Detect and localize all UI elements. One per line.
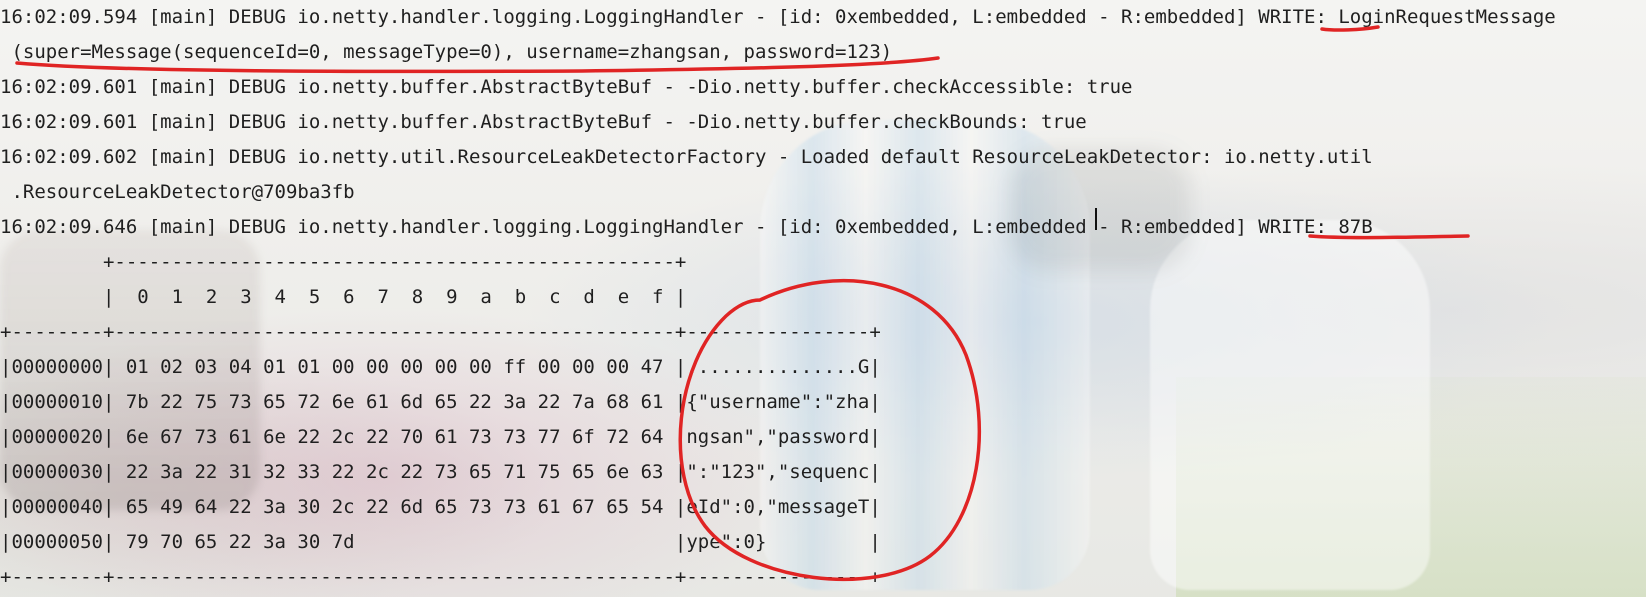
hexdump-header: | 0 1 2 3 4 5 6 7 8 9 a b c d e f |: [0, 286, 687, 308]
log-line-continuation: .ResourceLeakDetector@709ba3fb: [0, 181, 355, 203]
hexdump-border-bottom: +--------+------------------------------…: [0, 566, 881, 588]
log-line: 16:02:09.601 [main] DEBUG io.netty.buffe…: [0, 111, 1087, 133]
hexdump-row: |00000040| 65 49 64 22 3a 30 2c 22 6d 65…: [0, 496, 881, 518]
hexdump-row: |00000010| 7b 22 75 73 65 72 6e 61 6d 65…: [0, 391, 881, 413]
hexdump-row: |00000030| 22 3a 22 31 32 33 22 2c 22 73…: [0, 461, 881, 483]
console-output[interactable]: 16:02:09.594 [main] DEBUG io.netty.handl…: [0, 0, 1646, 597]
hexdump-border-top: +---------------------------------------…: [0, 251, 687, 273]
hexdump-row: |00000020| 6e 67 73 61 6e 22 2c 22 70 61…: [0, 426, 881, 448]
log-line: 16:02:09.601 [main] DEBUG io.netty.buffe…: [0, 76, 1133, 98]
text-cursor: [1095, 208, 1097, 230]
log-line-continuation: (super=Message(sequenceId=0, messageType…: [0, 41, 893, 63]
hexdump-row: |00000000| 01 02 03 04 01 01 00 00 00 00…: [0, 356, 881, 378]
hexdump-separator: +--------+------------------------------…: [0, 321, 881, 343]
log-line: 16:02:09.602 [main] DEBUG io.netty.util.…: [0, 146, 1373, 168]
log-line: 16:02:09.594 [main] DEBUG io.netty.handl…: [0, 6, 1556, 28]
log-line: 16:02:09.646 [main] DEBUG io.netty.handl…: [0, 216, 1373, 238]
hexdump-row: |00000050| 79 70 65 22 3a 30 7d |ype":0}…: [0, 531, 881, 553]
